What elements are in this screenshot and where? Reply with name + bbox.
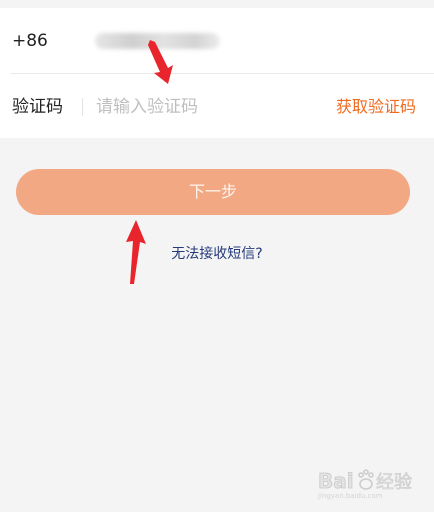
phone-row: +86: [0, 8, 434, 74]
field-separator: [82, 98, 83, 116]
code-label: 验证码: [12, 97, 63, 117]
code-input[interactable]: [96, 92, 306, 122]
annotation-arrow-up-icon: [148, 40, 173, 84]
svg-text:经验: 经验: [376, 472, 412, 493]
code-row: 验证码 获取验证码: [0, 74, 434, 140]
get-code-button[interactable]: 获取验证码: [336, 96, 416, 118]
next-step-button[interactable]: 下一步: [16, 169, 410, 215]
annotation-arrow-down-icon: [126, 220, 146, 284]
svg-text:Bai: Bai: [318, 469, 354, 493]
baidu-watermark-icon: Bai 经验 jingyan.baidu.com: [317, 469, 412, 500]
cannot-receive-sms-link[interactable]: 无法接收短信?: [0, 244, 434, 264]
svg-text:jingyan.baidu.com: jingyan.baidu.com: [317, 492, 383, 500]
verification-form: +86 验证码 获取验证码: [0, 8, 434, 138]
country-code[interactable]: +86: [12, 30, 48, 52]
